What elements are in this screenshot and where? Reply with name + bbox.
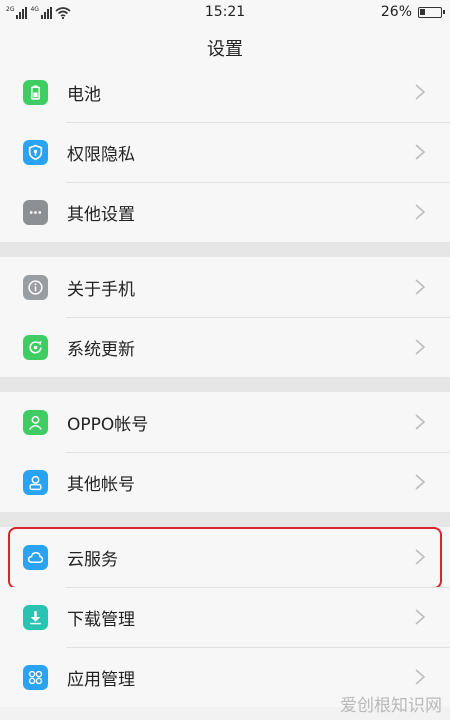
settings-item-download-manager[interactable]: 下载管理 bbox=[0, 587, 450, 647]
battery-percent: 26% bbox=[380, 4, 412, 20]
settings-list: 电池 权限隐私 其他设置 关于手机 系统更新 OPPO帐号 其他帐号 云服务 下… bbox=[0, 62, 450, 707]
download-icon bbox=[23, 604, 48, 630]
battery-icon bbox=[23, 79, 48, 105]
chevron-right-icon bbox=[415, 474, 426, 490]
apps-icon bbox=[23, 664, 48, 690]
settings-item-label: 电池 bbox=[67, 84, 101, 105]
settings-item-other-accounts[interactable]: 其他帐号 bbox=[0, 452, 450, 512]
settings-item-cloud-service[interactable]: 云服务 bbox=[0, 527, 450, 589]
chevron-right-icon bbox=[415, 669, 426, 685]
chevron-right-icon bbox=[415, 279, 426, 295]
group-divider bbox=[0, 512, 450, 527]
chevron-right-icon bbox=[415, 549, 426, 565]
group-divider bbox=[0, 377, 450, 392]
chevron-right-icon bbox=[415, 84, 426, 100]
settings-group-accounts: OPPO帐号 其他帐号 bbox=[0, 392, 450, 512]
more-dots-icon bbox=[23, 199, 48, 225]
chevron-right-icon bbox=[415, 609, 426, 625]
chevron-right-icon bbox=[415, 204, 426, 220]
settings-item-about-phone[interactable]: 关于手机 bbox=[0, 257, 450, 317]
settings-item-label: 其他设置 bbox=[67, 204, 135, 225]
settings-item-other-settings[interactable]: 其他设置 bbox=[0, 182, 450, 242]
watermark: 爱创根知识网 bbox=[340, 696, 442, 716]
settings-item-label: OPPO帐号 bbox=[67, 414, 149, 435]
settings-item-label: 关于手机 bbox=[67, 279, 135, 300]
settings-group-device: 电池 权限隐私 其他设置 bbox=[0, 62, 450, 242]
user-icon bbox=[23, 469, 48, 495]
user-icon bbox=[23, 409, 48, 435]
settings-item-privacy[interactable]: 权限隐私 bbox=[0, 122, 450, 182]
cloud-icon bbox=[23, 544, 48, 570]
settings-item-label: 下载管理 bbox=[67, 609, 135, 630]
group-divider bbox=[0, 242, 450, 257]
update-icon bbox=[23, 334, 48, 360]
battery-status: 26% bbox=[380, 4, 445, 20]
battery-icon bbox=[418, 6, 445, 18]
settings-item-label: 系统更新 bbox=[67, 339, 135, 360]
chevron-right-icon bbox=[415, 339, 426, 355]
settings-item-oppo-account[interactable]: OPPO帐号 bbox=[0, 392, 450, 452]
settings-item-label: 云服务 bbox=[67, 549, 118, 570]
settings-item-system-update[interactable]: 系统更新 bbox=[0, 317, 450, 377]
settings-item-label: 权限隐私 bbox=[67, 144, 135, 165]
settings-group-services: 云服务 下载管理 应用管理 bbox=[0, 527, 450, 707]
settings-item-label: 应用管理 bbox=[67, 669, 135, 690]
chevron-right-icon bbox=[415, 414, 426, 430]
chevron-right-icon bbox=[415, 144, 426, 160]
status-bar: 2G 4G 15:21 26% bbox=[0, 0, 450, 24]
shield-icon bbox=[23, 139, 48, 165]
settings-item-battery[interactable]: 电池 bbox=[0, 62, 450, 122]
info-icon bbox=[23, 274, 48, 300]
settings-item-label: 其他帐号 bbox=[67, 474, 135, 495]
settings-group-system: 关于手机 系统更新 bbox=[0, 257, 450, 377]
